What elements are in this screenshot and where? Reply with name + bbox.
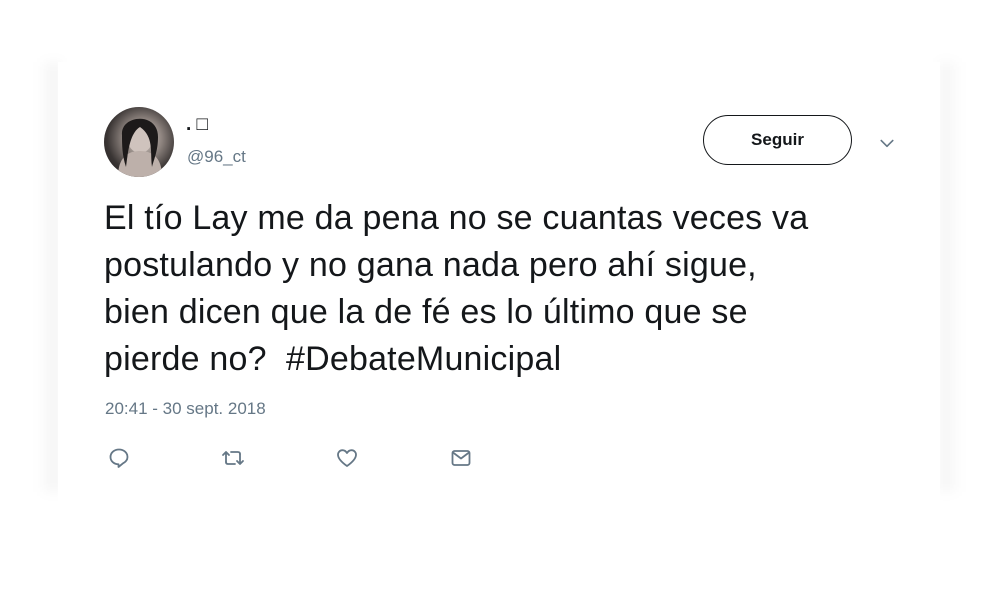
follow-button[interactable]: Seguir [703,115,852,165]
tweet-text: El tío Lay me da pena no se cuantas vece… [104,195,904,383]
display-name[interactable]: . □ [186,114,208,136]
hashtag-link[interactable]: #DebateMunicipal [286,340,561,378]
tweet-card: . □ @96_ct Seguir El tío Lay me da pena … [58,62,940,502]
chevron-down-icon[interactable] [876,132,898,154]
avatar[interactable] [104,107,174,177]
tweet-actions [106,445,506,471]
tweet-text-line: bien dicen que la de fé es lo último que… [104,293,748,331]
avatar-photo-icon [118,118,162,177]
tweet-text-line: El tío Lay me da pena no se cuantas vece… [104,199,809,237]
tweet-text-line: postulando y no gana nada pero ahí sigue… [104,246,757,284]
tweet-text-line-part: pierde no? [104,340,286,378]
like-icon[interactable] [334,445,360,471]
backdrop-edge-right [940,62,962,492]
reply-icon[interactable] [106,445,132,471]
tweet-timestamp[interactable]: 20:41 - 30 sept. 2018 [105,399,266,419]
tweet-text-line: pierde no? #DebateMunicipal [104,336,904,383]
backdrop-edge-left [38,62,60,492]
screenshot-stage: . □ @96_ct Seguir El tío Lay me da pena … [0,0,1000,590]
message-icon[interactable] [448,445,474,471]
retweet-icon[interactable] [220,445,246,471]
user-handle[interactable]: @96_ct [187,147,246,167]
